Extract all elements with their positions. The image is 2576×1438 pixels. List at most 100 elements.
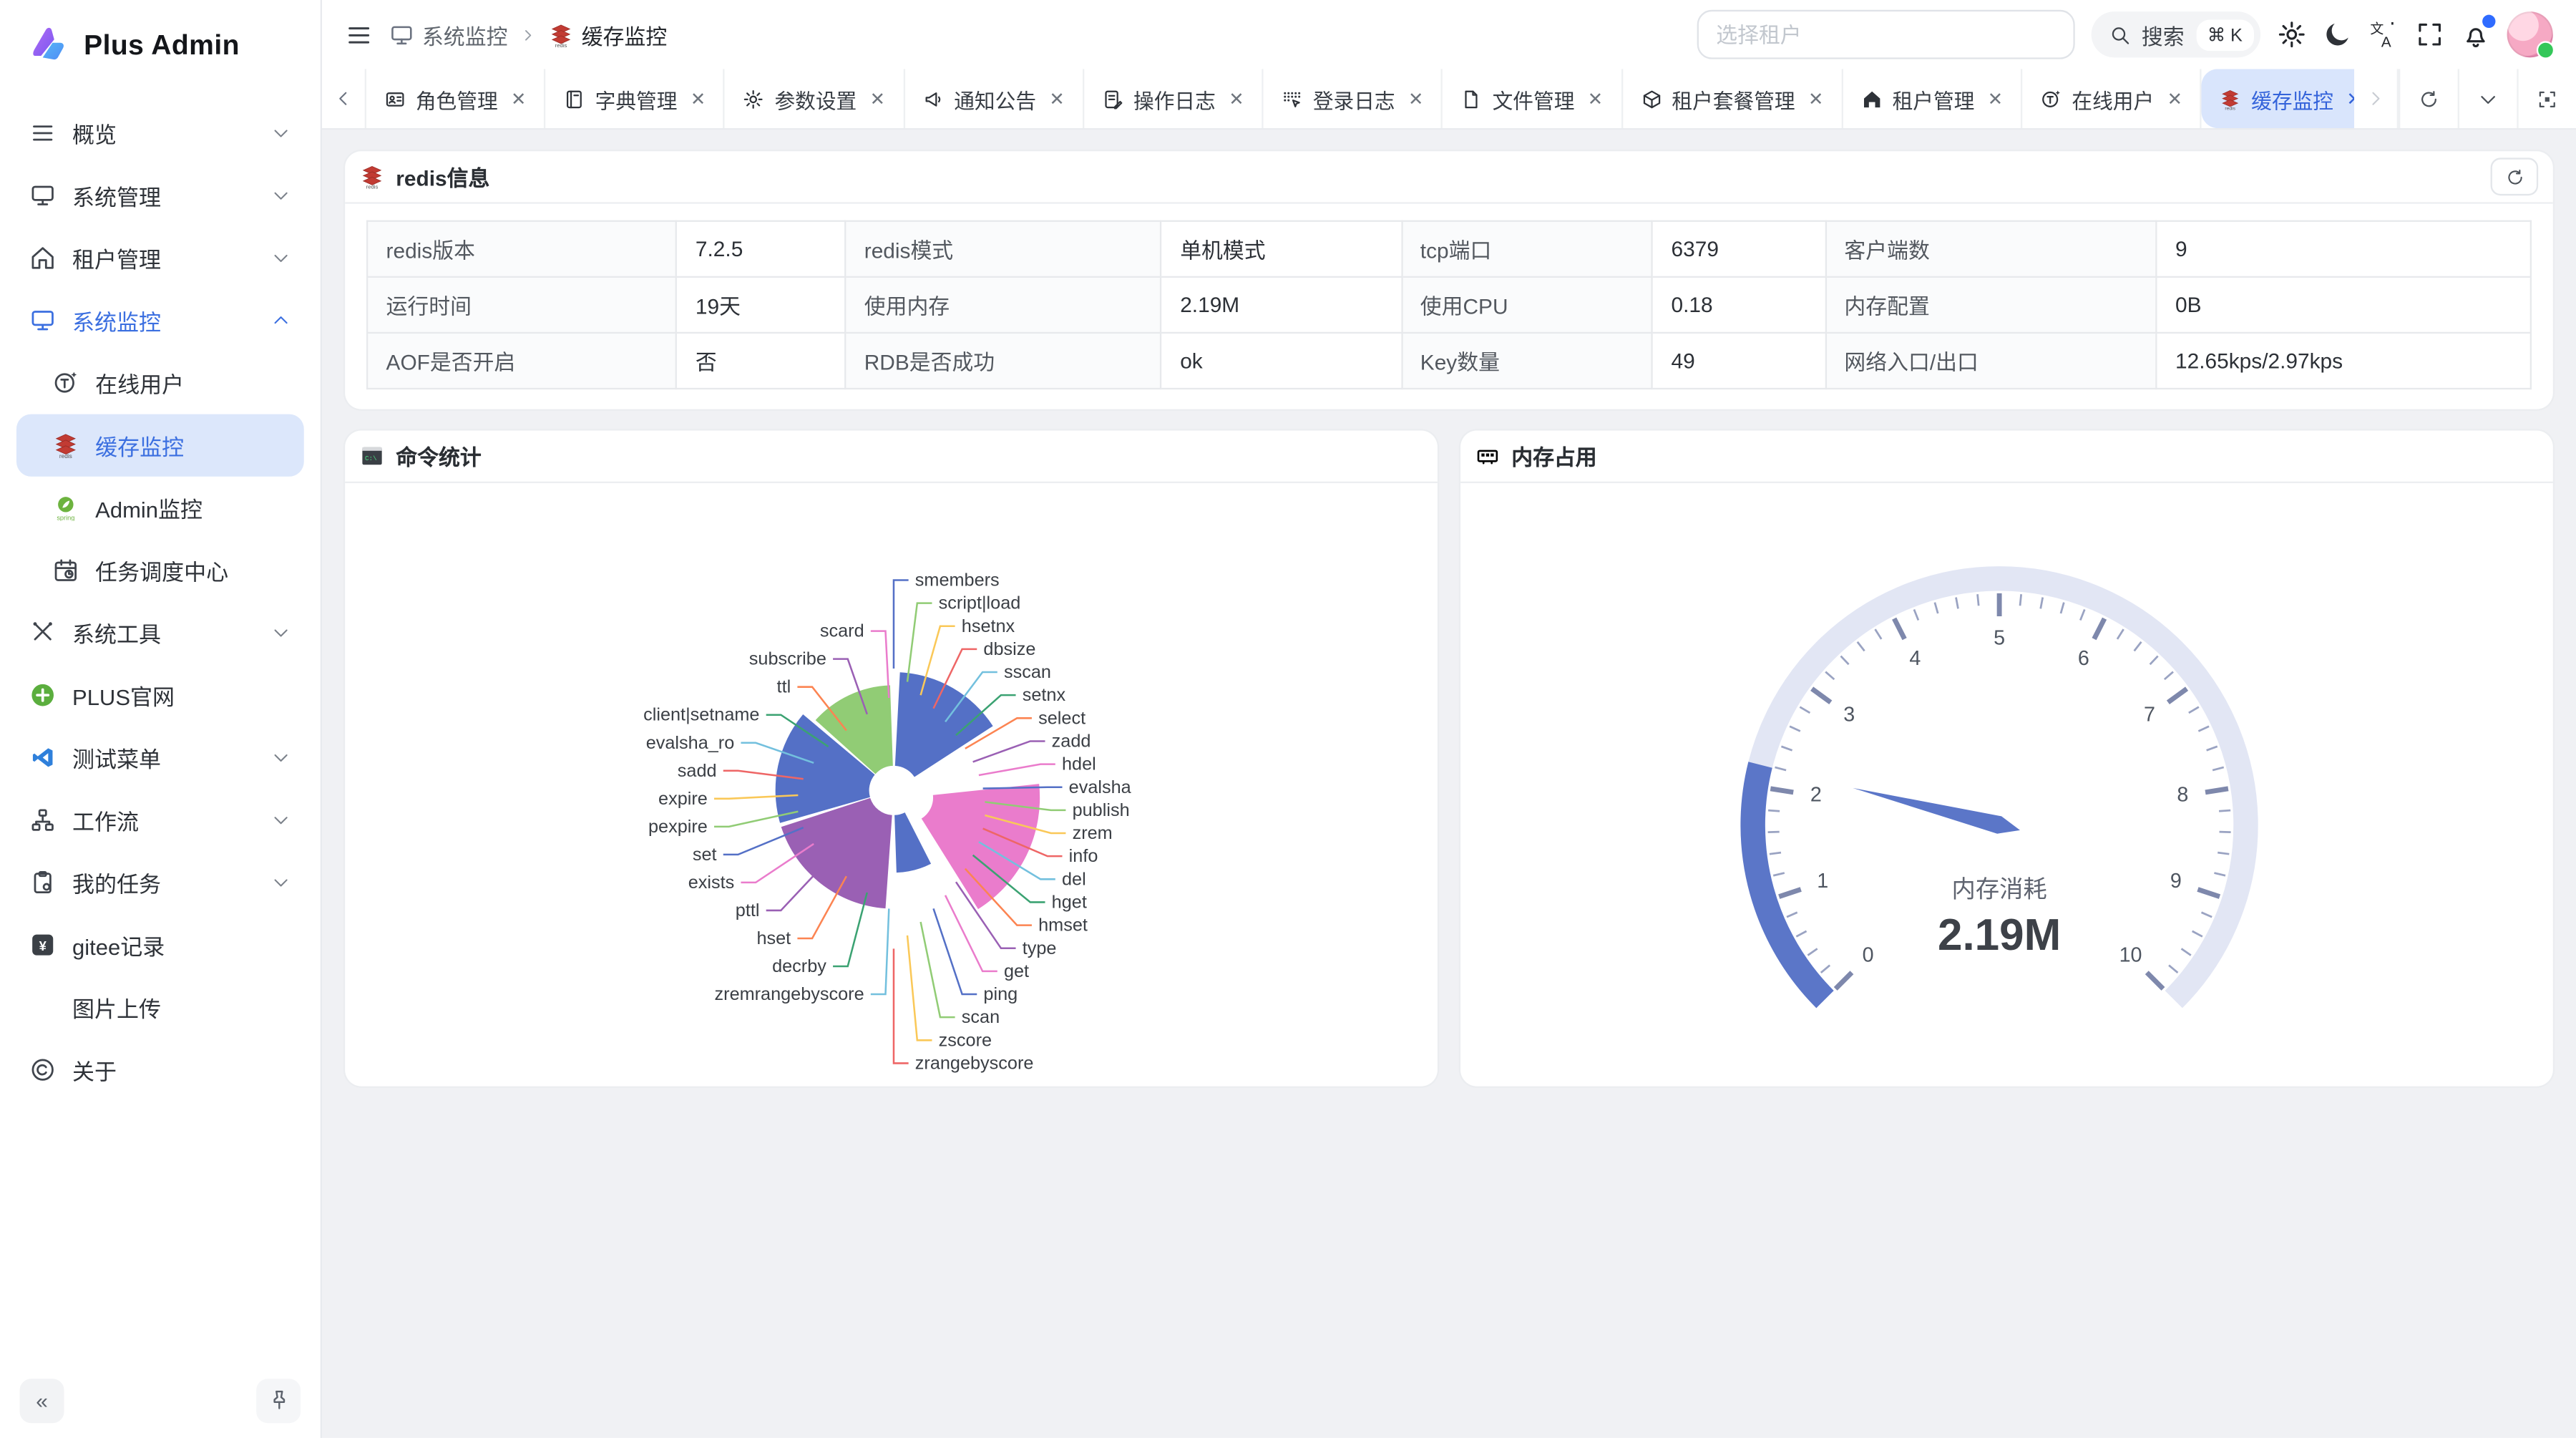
notice-icon [923,88,945,110]
sidebar-item-label: 系统工具 [72,616,161,649]
tab-close-icon[interactable]: ✕ [2346,88,2354,110]
tab-close-icon[interactable]: ✕ [870,88,885,110]
sidebar-item-admin-monitor[interactable]: springAdmin监控 [16,477,304,539]
rose-label: evalsha_ro [646,733,735,753]
sidebar-item-system-tools[interactable]: 系统工具 [16,601,304,664]
sidebar-item-test-menu[interactable]: 测试菜单 [16,727,304,789]
chevron-down-icon [271,123,291,143]
tab-op-log[interactable]: 操作日志 ✕ [1084,69,1264,128]
table-cell-label: 网络入口/出口 [1825,333,2157,389]
tab-close-icon[interactable]: ✕ [2167,88,2182,110]
memory-gauge-chart[interactable]: 012345678910内存消耗2.19M [1460,483,2553,1087]
sidebar-item-online-users[interactable]: 在线用户 [16,351,304,414]
language-translate-icon[interactable]: 文A [2369,20,2399,49]
tabs-scroll-left-button[interactable] [322,69,366,128]
sidebar-item-cache-monitor[interactable]: redis缓存监控 [16,414,304,477]
no-icon [29,994,56,1021]
chevron-left-icon [333,89,353,109]
home-icon [29,245,56,271]
sidebar-item-tenant-mgmt[interactable]: 租户管理 [16,227,304,289]
tab-tenant-mgmt[interactable]: 租户管理 ✕ [1843,69,2023,128]
tab-dict-mgmt[interactable]: 字典管理 ✕ [546,69,726,128]
fullscreen-icon[interactable] [2415,20,2444,49]
sidebar-item-my-tasks[interactable]: 我的任务 [16,851,304,913]
tab-file-mgmt[interactable]: 文件管理 ✕ [1443,69,1623,128]
tab-close-icon[interactable]: ✕ [1808,88,1823,110]
search-shortcut-badge: ⌘ K [2196,19,2254,50]
settings-gear-icon[interactable] [2277,20,2306,49]
dark-mode-moon-icon[interactable] [2323,20,2352,49]
tab-close-icon[interactable]: ✕ [511,88,526,110]
tab-actions-dropdown-button[interactable] [2458,69,2517,128]
tenant-select-input[interactable] [1697,10,2074,59]
user-avatar[interactable] [2507,11,2553,57]
rose-label: script|load [939,593,1021,613]
tab-close-icon[interactable]: ✕ [691,88,706,110]
sidebar: Plus Admin 概览系统管理租户管理系统监控在线用户redis缓存监控sp… [0,0,322,1438]
tabs-scroll-right-button[interactable] [2354,69,2399,128]
sidebar-item-overview[interactable]: 概览 [16,102,304,164]
sidebar-item-label: 图片上传 [72,991,161,1024]
tab-label: 登录日志 [1313,83,1395,115]
rose-label: exists [688,873,735,893]
redis-refresh-button[interactable] [2491,157,2539,195]
chevron-down-icon [271,248,291,268]
tab-close-icon[interactable]: ✕ [1408,88,1423,110]
sidebar-item-gitee-log[interactable]: ¥gitee记录 [16,914,304,976]
tab-param-settings[interactable]: 参数设置 ✕ [726,69,905,128]
chevron-down-icon [271,810,291,830]
tab-label: 操作日志 [1133,83,1216,115]
gauge-tick-label: 1 [1817,870,1828,893]
sidebar-item-task-scheduler[interactable]: 任务调度中心 [16,539,304,601]
global-search-button[interactable]: 搜索 ⌘ K [2091,11,2260,57]
rose-slice-get[interactable] [922,784,1040,909]
notification-bell-button[interactable] [2461,19,2490,49]
sidebar-item-system-monitor[interactable]: 系统监控 [16,289,304,351]
tab-label: 字典管理 [595,83,678,115]
sidebar-item-about[interactable]: 关于 [16,1039,304,1101]
breadcrumb-item[interactable]: redis 缓存监控 [549,19,667,50]
sidebar-item-label: 系统管理 [72,179,161,212]
tab-login-log[interactable]: 登录日志 ✕ [1264,69,1443,128]
sidebar-item-label: 测试菜单 [72,741,161,774]
table-cell-label: 内存配置 [1825,277,2157,333]
table-cell-label: Key数量 [1401,333,1652,389]
chevron-down-icon [271,873,291,893]
tab-online-users[interactable]: 在线用户 ✕ [2023,69,2202,128]
sidebar-collapse-button[interactable]: « [20,1378,64,1422]
tab-close-icon[interactable]: ✕ [1229,88,1244,110]
sidebar-item-workflow[interactable]: 工作流 [16,789,304,851]
table-cell-value: 9 [2157,221,2531,277]
table-row: AOF是否开启否RDB是否成功okKey数量49网络入口/出口12.65kps/… [367,333,2531,389]
monitor-icon [29,307,56,334]
rose-label: decrby [772,956,826,976]
tab-close-icon[interactable]: ✕ [1049,88,1064,110]
tab-close-icon[interactable]: ✕ [1988,88,2003,110]
tab-refresh-button[interactable] [2399,69,2458,128]
sidebar-item-plus-site[interactable]: PLUS官网 [16,664,304,727]
rose-label: client|setname [643,705,759,725]
sidebar-item-system-mgmt[interactable]: 系统管理 [16,165,304,227]
rose-label: zscore [939,1030,992,1050]
tab-notice[interactable]: 通知公告 ✕ [904,69,1084,128]
rose-label: info [1069,846,1098,866]
breadcrumb-separator-icon [519,26,537,44]
app-logo[interactable]: Plus Admin [0,0,321,85]
sidebar-pin-button[interactable] [256,1378,301,1422]
hamburger-menu-icon[interactable] [345,21,373,49]
memory-usage-header: 内存占用 [1460,431,2553,483]
about-icon [29,1056,56,1083]
command-stats-chart[interactable]: smembersscript|loadhsetnxdbsizesscansetn… [345,483,1438,1087]
tab-tenant-package-mgmt[interactable]: 租户套餐管理 ✕ [1623,69,1843,128]
tab-close-icon[interactable]: ✕ [1588,88,1603,110]
breadcrumb-label: 缓存监控 [582,19,667,50]
content-fullscreen-button[interactable] [2517,69,2576,128]
tab-cache-monitor[interactable]: redis 缓存监控 ✕ [2202,69,2354,128]
tab-role-mgmt[interactable]: 角色管理 ✕ [366,69,546,128]
svg-text:redis: redis [555,42,567,47]
sidebar-item-image-upload[interactable]: 图片上传 [16,976,304,1039]
redis-icon: redis [2220,88,2242,110]
monitor-icon [29,183,56,209]
breadcrumb-item[interactable]: 系统监控 [389,19,507,50]
tab-bar: 角色管理 ✕ 字典管理 ✕ 参数设置 ✕ 通知公告 ✕ 操作日志 ✕ 登录日志 … [322,69,2576,130]
